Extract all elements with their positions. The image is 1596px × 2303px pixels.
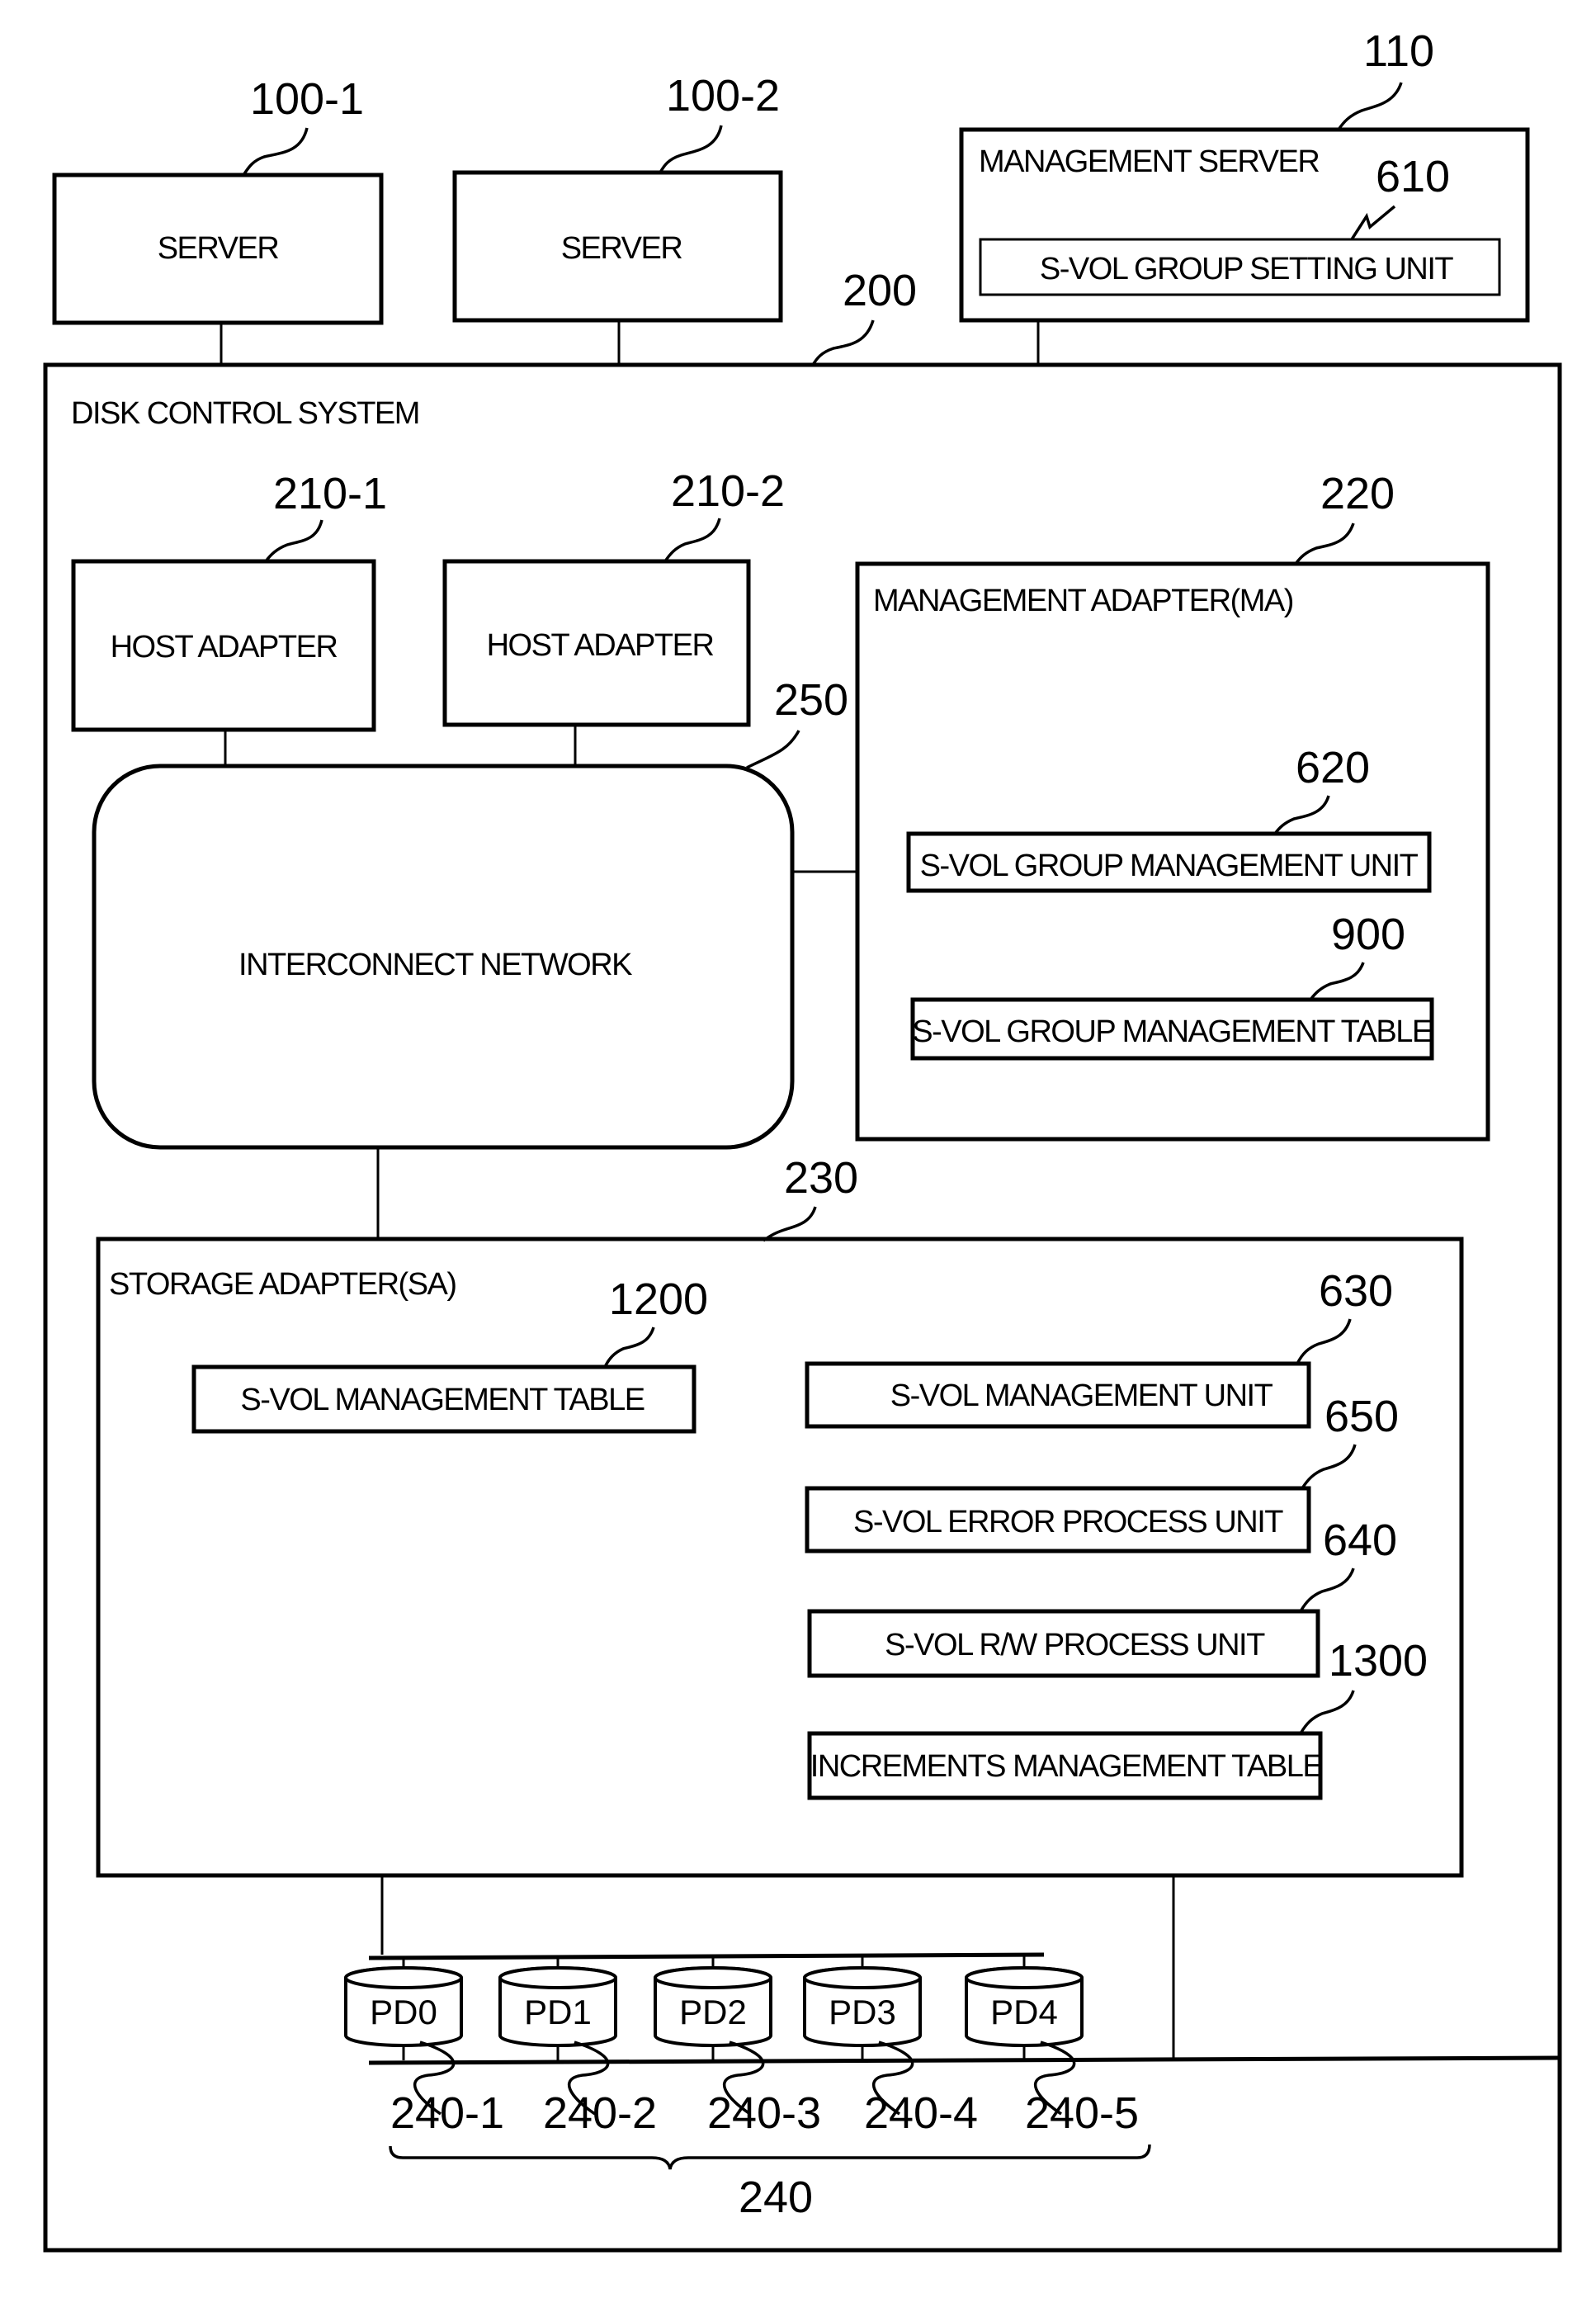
server-2-label: SERVER bbox=[561, 231, 682, 266]
s-vol-group-management-unit-ref: 620 bbox=[1296, 743, 1370, 792]
s-vol-error-process-unit-ref: 650 bbox=[1324, 1392, 1399, 1441]
s-vol-management-table-label: S-VOL MANAGEMENT TABLE bbox=[240, 1383, 644, 1417]
storage-adapter-label: STORAGE ADAPTER(SA) bbox=[109, 1267, 456, 1302]
management-server-ref: 110 bbox=[1363, 26, 1434, 76]
disk-ref: 240-1 bbox=[390, 2088, 504, 2138]
disk-ref: 240-3 bbox=[707, 2088, 821, 2138]
s-vol-group-setting-unit-ref: 610 bbox=[1376, 152, 1450, 201]
increments-management-table-label: INCREMENTS MANAGEMENT TABLE bbox=[810, 1749, 1323, 1784]
s-vol-management-table-ref: 1200 bbox=[609, 1274, 708, 1324]
storage-adapter: STORAGE ADAPTER(SA) 230 S-VOL MANAGEMENT… bbox=[96, 1153, 1464, 1878]
host-adapter-1-label: HOST ADAPTER bbox=[111, 630, 338, 664]
disk-label: PD3 bbox=[829, 1993, 896, 2031]
management-adapter-ref: 220 bbox=[1320, 469, 1395, 518]
server-1: SERVER 100-1 bbox=[52, 74, 384, 325]
disk-label: PD2 bbox=[679, 1993, 747, 2031]
storage-adapter-ref: 230 bbox=[784, 1153, 858, 1203]
disk-label: PD0 bbox=[370, 1993, 437, 2031]
management-server: MANAGEMENT SERVER 110 S-VOL GROUP SETTIN… bbox=[959, 26, 1530, 323]
disk-top-ellipse bbox=[498, 1966, 617, 1989]
management-server-leader bbox=[1337, 82, 1403, 130]
disk-control-system-label: DISK CONTROL SYSTEM bbox=[71, 396, 419, 431]
s-vol-rw-process-unit-ref: 640 bbox=[1323, 1516, 1397, 1565]
s-vol-rw-process-unit-label: S-VOL R/W PROCESS UNIT bbox=[885, 1628, 1265, 1662]
increments-management-table-ref: 1300 bbox=[1329, 1636, 1428, 1686]
disk-control-system-leader bbox=[811, 319, 875, 366]
s-vol-management-unit-label: S-VOL MANAGEMENT UNIT bbox=[890, 1378, 1273, 1413]
disk-top-ellipse bbox=[654, 1966, 772, 1989]
interconnect-network-ref: 250 bbox=[774, 675, 848, 725]
host-adapter-1-ref: 210-1 bbox=[273, 469, 387, 518]
server-1-leader bbox=[242, 127, 309, 177]
disk-label: PD4 bbox=[990, 1993, 1058, 2031]
disk-label: PD1 bbox=[524, 1993, 592, 2031]
s-vol-error-process-unit-label: S-VOL ERROR PROCESS UNIT bbox=[853, 1505, 1283, 1539]
disk-top-ellipse bbox=[344, 1966, 463, 1989]
s-vol-group-setting-unit-label: S-VOL GROUP SETTING UNIT bbox=[1040, 252, 1454, 286]
s-vol-group-management-table-ref: 900 bbox=[1331, 910, 1405, 959]
disk-ref: 240-5 bbox=[1025, 2088, 1139, 2138]
server-2-ref: 100-2 bbox=[666, 71, 780, 121]
host-adapter-2-label: HOST ADAPTER bbox=[487, 628, 714, 663]
disk-top-ellipse bbox=[803, 1966, 922, 1989]
diagram-canvas: SERVER 100-1 SERVER 100-2 MANAGEMENT SER… bbox=[43, 26, 1562, 2253]
interconnect-network-label: INTERCONNECT NETWORK bbox=[238, 948, 632, 982]
disk-ref: 240-2 bbox=[543, 2088, 657, 2138]
disk-control-system-ref: 200 bbox=[843, 266, 917, 315]
server-2-leader bbox=[659, 125, 723, 173]
server-1-label: SERVER bbox=[158, 231, 279, 266]
host-adapter-2-ref: 210-2 bbox=[671, 466, 785, 516]
server-1-ref: 100-1 bbox=[250, 74, 364, 124]
disk-group-ref: 240 bbox=[739, 2173, 813, 2222]
s-vol-group-management-unit-label: S-VOL GROUP MANAGEMENT UNIT bbox=[920, 849, 1419, 883]
management-adapter-label: MANAGEMENT ADAPTER(MA) bbox=[873, 584, 1293, 618]
disk-ref: 240-4 bbox=[864, 2088, 978, 2138]
s-vol-group-management-table-label: S-VOL GROUP MANAGEMENT TABLE bbox=[912, 1014, 1432, 1049]
disk-top-ellipse bbox=[965, 1966, 1084, 1989]
management-server-label: MANAGEMENT SERVER bbox=[979, 144, 1319, 179]
management-adapter: MANAGEMENT ADAPTER(MA) 220 S-VOL GROUP M… bbox=[855, 469, 1490, 1142]
s-vol-management-unit-ref: 630 bbox=[1319, 1266, 1393, 1316]
server-2: SERVER 100-2 bbox=[452, 71, 783, 323]
